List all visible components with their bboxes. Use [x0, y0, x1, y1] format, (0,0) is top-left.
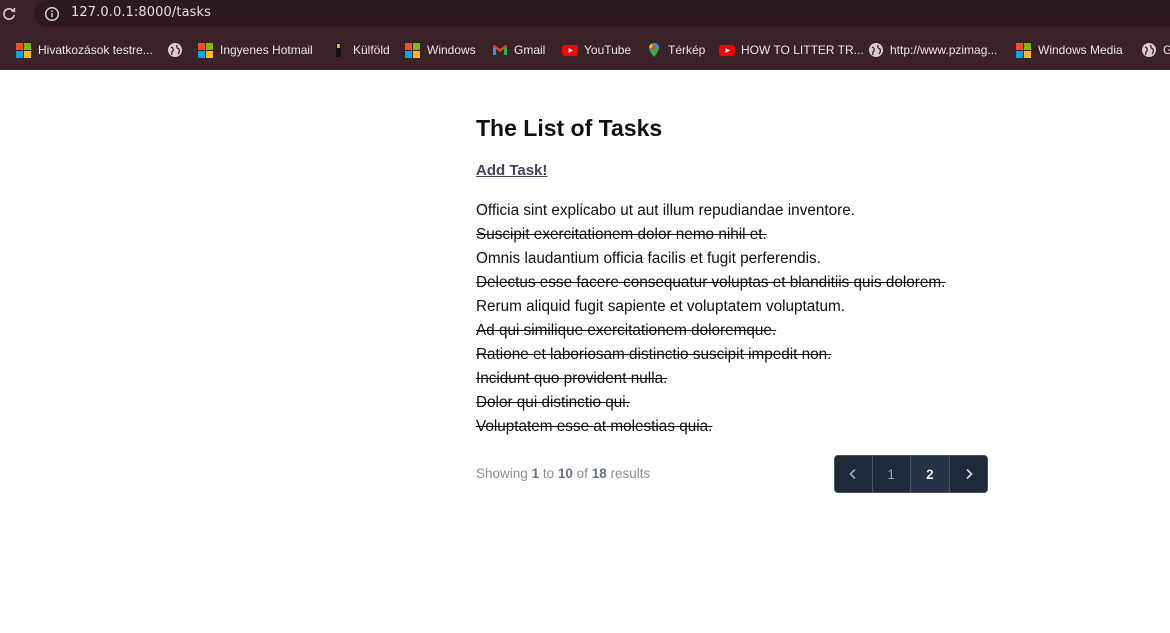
of-word: of [576, 466, 588, 481]
bookmark-g[interactable]: G [1141, 40, 1170, 60]
bookmark-windows[interactable]: Windows [405, 40, 476, 60]
next-page-button[interactable] [950, 456, 987, 492]
microsoft-icon [1016, 42, 1032, 58]
bookmark-youtube[interactable]: YouTube [562, 40, 631, 60]
bookmark-globe[interactable] [167, 40, 189, 60]
chevron-left-icon [849, 468, 857, 480]
bookmark-label: Külföld [353, 43, 390, 57]
youtube-icon [719, 45, 735, 56]
bookmark-label: Windows [427, 43, 476, 57]
gmail-icon [493, 45, 507, 55]
pagination: 1 2 [834, 455, 988, 493]
bookmark-file-icon [336, 43, 341, 57]
bookmark-label: Windows Media [1038, 43, 1123, 57]
bookmark-label: http://www.pzimag... [890, 43, 998, 57]
page-2-current: 2 [910, 456, 951, 492]
task-item: Delectus esse facere consequatur volupta… [476, 274, 946, 291]
page-title: The List of Tasks [476, 115, 663, 141]
address-bar: 127.0.0.1:8000/tasks [0, 0, 1170, 29]
results-total: 18 [591, 466, 607, 481]
chevron-right-icon [965, 468, 973, 480]
bookmark-gmail[interactable]: Gmail [492, 40, 545, 60]
to-word: to [542, 466, 555, 481]
bookmarks-bar: Hivatkozások testre... Ingyenes Hotmail … [0, 29, 1170, 70]
bookmark-pzimag[interactable]: http://www.pzimag... [868, 40, 997, 60]
site-info-icon[interactable] [43, 5, 61, 23]
task-item: Ad qui similique exercitationem doloremq… [476, 322, 777, 339]
bookmark-label: Térkép [668, 43, 706, 57]
bookmark-terkep[interactable]: Térkép [646, 40, 705, 60]
showing-prefix: Showing [476, 466, 528, 481]
task-item: Suscipit exercitationem dolor nemo nihil… [476, 226, 767, 243]
task-item: Ratione et laboriosam distinctio suscipi… [476, 346, 832, 363]
bookmark-label: Hivatkozások testre... [38, 43, 153, 57]
task-item: Incidunt quo provident nulla. [476, 370, 668, 387]
page-1-button[interactable]: 1 [872, 456, 911, 492]
task-item: Dolor qui distinctio qui. [476, 394, 630, 411]
task-item: Officia sint explicabo ut aut illum repu… [476, 202, 855, 219]
results-to: 10 [557, 466, 573, 481]
bookmark-label: Ingyenes Hotmail [220, 43, 313, 57]
bookmark-windows-media[interactable]: Windows Media [1016, 40, 1123, 60]
results-from: 1 [531, 466, 540, 481]
bookmark-hotmail[interactable]: Ingyenes Hotmail [198, 40, 313, 60]
reload-icon[interactable] [2, 6, 16, 22]
bookmark-label: YouTube [584, 43, 632, 57]
bookmark-how-to-litter[interactable]: HOW TO LITTER TR... [719, 40, 864, 60]
results-word: results [610, 466, 651, 481]
globe-icon [869, 43, 883, 57]
bookmark-kulfold[interactable]: Külföld [331, 40, 390, 60]
bookmark-hivatkozasok[interactable]: Hivatkozások testre... [16, 40, 153, 60]
url-text[interactable]: 127.0.0.1:8000/tasks [71, 5, 211, 20]
add-task-link[interactable]: Add Task! [476, 162, 547, 179]
previous-page-button[interactable] [835, 456, 873, 492]
microsoft-icon [198, 42, 214, 58]
microsoft-icon [16, 42, 32, 58]
bookmark-label: G [1163, 43, 1170, 57]
youtube-icon [562, 45, 578, 56]
results-summary: Showing 1 to 10 of 18 results [476, 466, 650, 481]
task-list: Officia sint explicabo ut aut illum repu… [476, 201, 945, 441]
microsoft-icon [405, 42, 421, 58]
bookmark-label: Gmail [514, 43, 546, 57]
globe-icon [168, 43, 182, 57]
task-item: Voluptatem esse at molestias quia. [476, 418, 713, 435]
task-item: Rerum aliquid fugit sapiente et voluptat… [476, 298, 846, 315]
globe-icon [1142, 43, 1156, 57]
task-item: Omnis laudantium officia facilis et fugi… [476, 250, 821, 267]
maps-pin-icon [649, 43, 659, 57]
bookmark-label: HOW TO LITTER TR... [741, 43, 864, 57]
